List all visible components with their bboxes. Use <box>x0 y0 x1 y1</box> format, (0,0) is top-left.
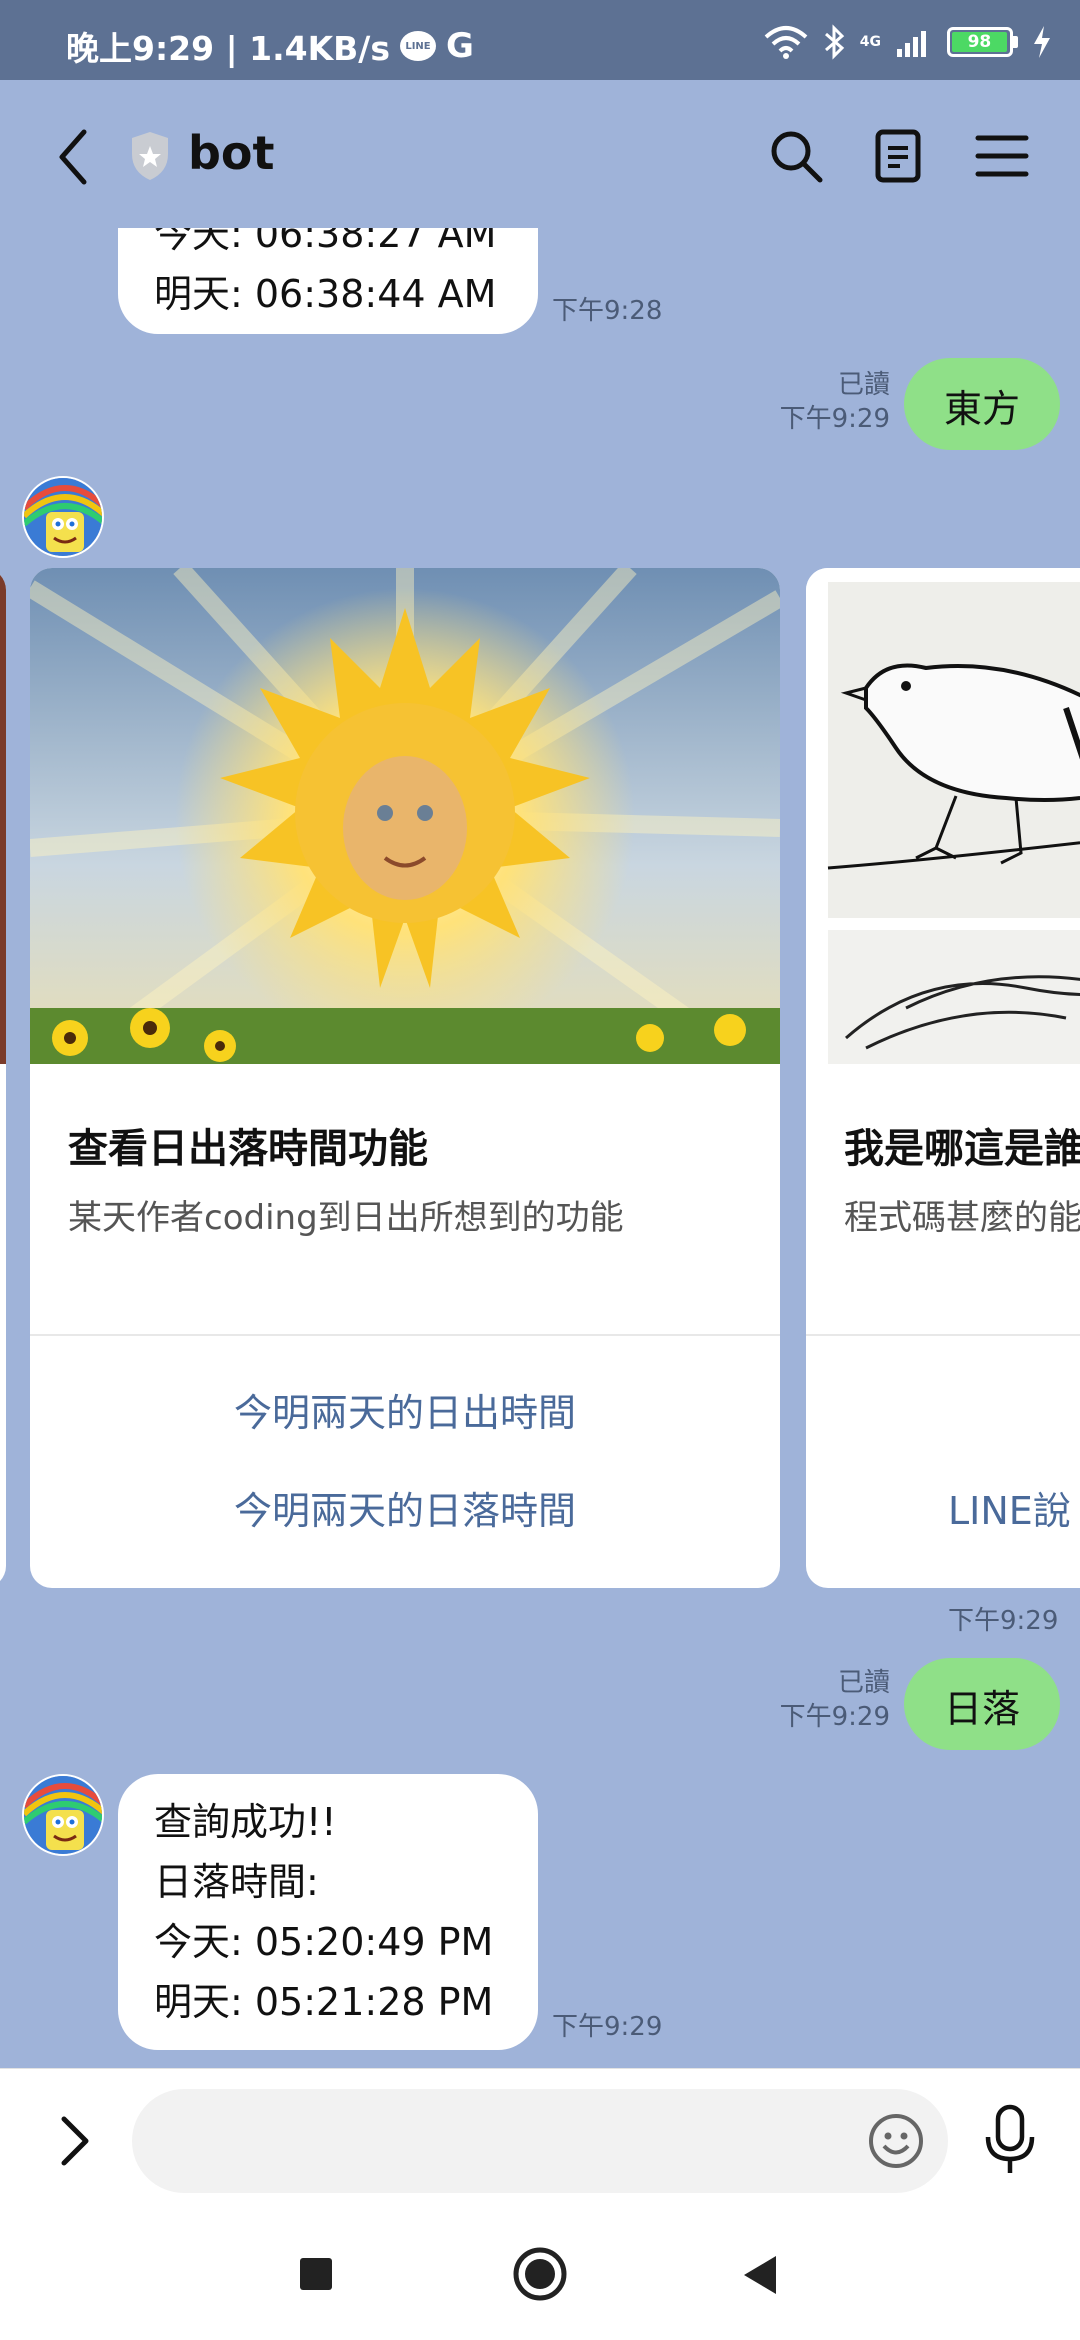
search-icon[interactable] <box>764 124 828 188</box>
carousel-card-previous[interactable] <box>0 568 6 1588</box>
message-input-bar <box>0 2068 1080 2210</box>
bot-avatar[interactable] <box>22 476 104 558</box>
back-triangle-icon[interactable] <box>738 2252 782 2298</box>
status-right: 4G 98 <box>764 24 1052 60</box>
battery-icon: 98 <box>947 27 1018 57</box>
card-image-bird-sketch <box>806 568 1080 1064</box>
card-title: 我是哪這是誰 <box>844 1126 1080 1172</box>
card-title: 查看日出落時間功能 <box>68 1126 428 1172</box>
status-time-speed: 晚上9:29 | 1.4KB/s <box>66 29 390 68</box>
status-bar: 晚上9:29 | 1.4KB/s LINE G 4G 98 <box>0 0 1080 80</box>
microphone-icon[interactable] <box>980 2103 1040 2179</box>
message-line: 明天: 05:21:28 PM <box>154 1980 494 2024</box>
message-bubble-incoming[interactable]: 今天: 06:38:27 AM 明天: 06:38:44 AM <box>118 228 538 334</box>
bluetooth-icon <box>824 24 844 60</box>
message-line: 明天: 06:38:44 AM <box>154 272 497 316</box>
carousel-card[interactable]: 我是哪這是誰 程式碼甚麼的能 LINE說 <box>806 568 1080 1588</box>
message-line: 今天: 06:38:27 AM <box>154 228 497 256</box>
sunrise-times-button[interactable]: 今明兩天的日出時間 <box>30 1382 780 1437</box>
back-arrow-icon[interactable] <box>48 122 108 192</box>
bot-avatar[interactable] <box>22 1774 104 1856</box>
message-time: 下午9:29 <box>779 1702 890 1732</box>
message-bubble-outgoing[interactable]: 日落 <box>904 1658 1060 1750</box>
chat-area[interactable]: 今天: 06:38:27 AM 明天: 06:38:44 AM 下午9:28 已… <box>0 228 1080 2068</box>
network-type: 4G <box>859 34 881 50</box>
charging-icon <box>1034 26 1050 58</box>
message-time: 下午9:29 <box>552 2012 663 2042</box>
message-line: 今天: 05:20:49 PM <box>154 1920 494 1964</box>
status-left: 晚上9:29 | 1.4KB/s LINE G <box>66 22 474 70</box>
emoji-icon[interactable] <box>866 2111 926 2171</box>
message-line: 日落時間: <box>154 1860 319 1904</box>
signal-icon <box>897 31 926 57</box>
message-time: 下午9:29 <box>779 404 890 434</box>
chat-title: bot <box>188 126 275 180</box>
card-divider <box>806 1334 1080 1336</box>
verified-shield-icon <box>132 132 168 180</box>
message-line: 查詢成功!! <box>154 1800 337 1844</box>
message-bubble-incoming[interactable]: 查詢成功!! 日落時間: 今天: 05:20:49 PM 明天: 05:21:2… <box>118 1774 538 2050</box>
read-status: 已讀 下午9:29 <box>740 368 890 436</box>
chat-header: bot <box>0 80 1080 228</box>
card-description: 某天作者coding到日出所想到的功能 <box>68 1198 624 1238</box>
line-notification-icon: LINE <box>400 31 436 61</box>
carousel-card[interactable]: 查看日出落時間功能 某天作者coding到日出所想到的功能 今明兩天的日出時間 … <box>30 568 780 1588</box>
message-input[interactable] <box>132 2089 948 2193</box>
card-divider <box>30 1334 780 1336</box>
expand-arrow-icon[interactable] <box>50 2111 100 2171</box>
read-status: 已讀 下午9:29 <box>740 1666 890 1734</box>
card-action-button[interactable]: LINE說 <box>948 1480 1071 1535</box>
google-notification-icon: G <box>446 26 474 66</box>
read-label: 已讀 <box>837 1668 890 1698</box>
menu-icon[interactable] <box>970 124 1034 188</box>
battery-level: 98 <box>952 32 1007 52</box>
card-description: 程式碼甚麼的能 <box>844 1198 1080 1238</box>
home-circle-icon[interactable] <box>510 2244 570 2304</box>
system-navigation-bar <box>0 2210 1080 2340</box>
recents-square-icon[interactable] <box>296 2254 336 2294</box>
wifi-icon <box>764 26 808 59</box>
sunset-times-button[interactable]: 今明兩天的日落時間 <box>30 1480 780 1535</box>
message-time: 下午9:29 <box>948 1606 1059 1636</box>
message-time: 下午9:28 <box>552 296 663 326</box>
notes-icon[interactable] <box>866 124 930 188</box>
message-bubble-outgoing[interactable]: 東方 <box>904 358 1060 450</box>
read-label: 已讀 <box>837 370 890 400</box>
card-image-sun-baby <box>30 568 780 1064</box>
